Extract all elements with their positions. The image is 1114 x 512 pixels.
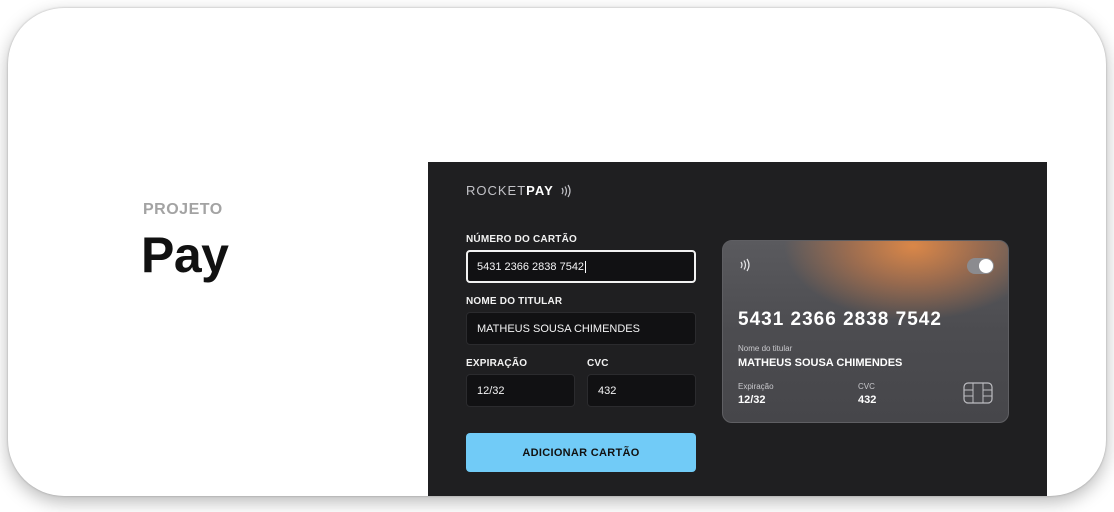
card-holder-value: MATHEUS SOUSA CHIMENDES [738,357,903,369]
cvc-label: CVC [587,358,609,369]
holder-name-value: MATHEUS SOUSA CHIMENDES [477,322,640,335]
card-preview: 5431 2366 2838 7542 Nome do titular MATH… [722,240,1009,423]
app-window: ROCKET PAY NÚMERO DO CARTÃO 5431 2366 28… [428,162,1047,496]
cvc-value: 432 [598,384,617,397]
expiration-label: EXPIRAÇÃO [466,358,528,369]
brand-logo: ROCKET PAY [466,183,574,198]
contactless-icon [561,184,571,197]
card-cvc-label: CVC [858,382,875,391]
brand-logo-bold: PAY [526,183,554,198]
card-number-input[interactable]: 5431 2366 2838 7542 [466,250,696,283]
card-number-display: 5431 2366 2838 7542 [738,309,942,330]
card-expiration-value: 12/32 [738,394,766,406]
card-contactless-icon [740,258,750,272]
text-caret [585,260,587,273]
project-title: Pay [141,227,229,283]
card-holder-label: Nome do titular [738,344,793,353]
project-eyebrow: PROJETO [143,201,223,218]
card-toggle[interactable] [967,258,994,274]
holder-name-label: NOME DO TITULAR [466,296,563,307]
card-number-value: 5431 2366 2838 7542 [477,260,585,273]
showcase-frame: PROJETO Pay ROCKET PAY NÚMERO DO CARTÃO … [8,8,1106,496]
card-cvc-value: 432 [858,394,877,406]
brand-logo-light: ROCKET [466,183,527,198]
expiration-input[interactable]: 12/32 [466,374,575,407]
card-expiration-label: Expiração [738,382,774,391]
cvc-input[interactable]: 432 [587,374,696,407]
expiration-value: 12/32 [477,384,505,397]
add-card-button[interactable]: ADICIONAR CARTÃO [466,433,696,472]
card-toggle-knob [979,259,993,273]
card-number-label: NÚMERO DO CARTÃO [466,234,577,245]
holder-name-input[interactable]: MATHEUS SOUSA CHIMENDES [466,312,696,345]
chip-icon [963,382,993,404]
